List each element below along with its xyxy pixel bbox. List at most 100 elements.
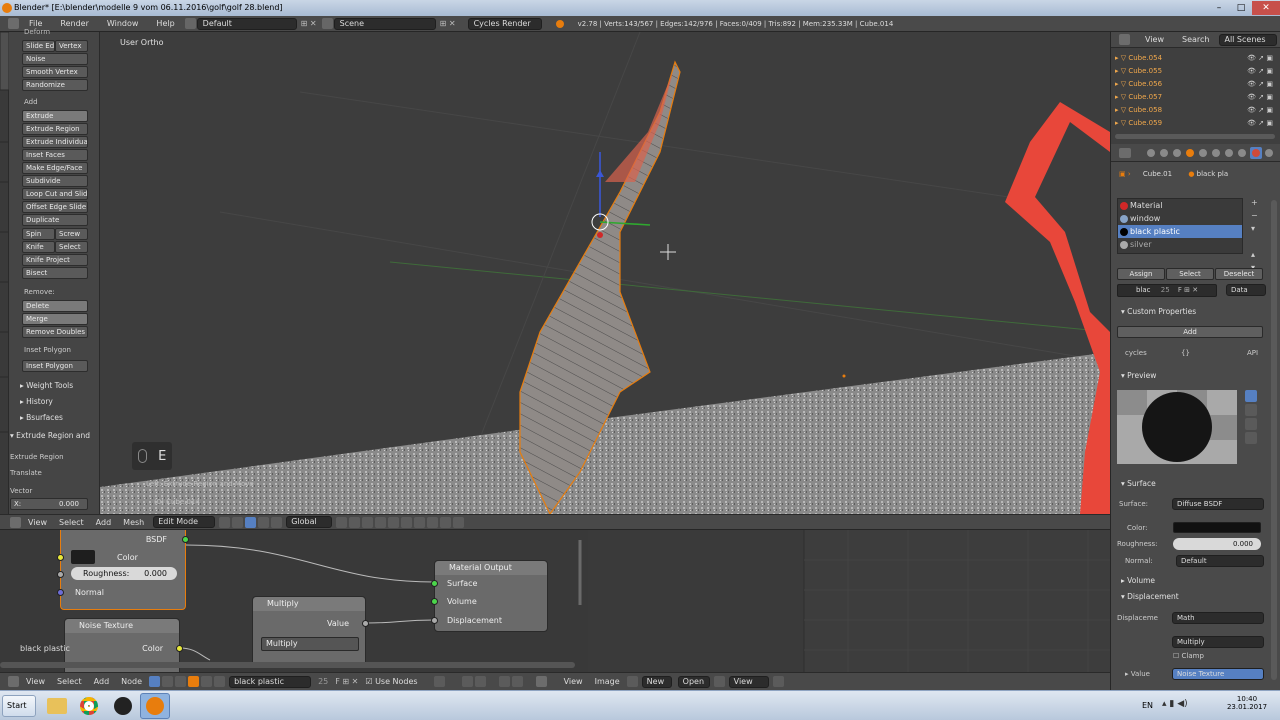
history-panel[interactable]: ▸ History — [10, 396, 98, 408]
extrude-individual-button[interactable]: Extrude Individual — [22, 136, 88, 148]
bsdf-node[interactable]: BSDF Color Roughness: 0.000 Normal — [57, 530, 189, 610]
select-button[interactable]: Select — [1166, 268, 1214, 280]
material-slot-selected[interactable]: black plastic — [1118, 225, 1242, 238]
data-link-selector[interactable]: Data — [1226, 284, 1266, 296]
scene-selector[interactable]: Scene — [333, 17, 436, 30]
material-output-node[interactable]: Material Output Surface Volume Displacem… — [431, 560, 548, 632]
roughness-socket[interactable] — [57, 571, 64, 578]
add-property-button[interactable]: Add — [1117, 326, 1263, 338]
noise-button[interactable]: Noise — [22, 53, 88, 65]
fake-user-button[interactable]: F ⊞ ✕ — [335, 677, 358, 686]
inset-faces-button[interactable]: Inset Faces — [22, 149, 88, 161]
normal-prop-selector[interactable]: Default — [1176, 555, 1264, 567]
node-material-field[interactable]: black plastic — [229, 675, 312, 688]
opengl-render-icon[interactable] — [440, 516, 452, 528]
close-button[interactable]: ✕ — [1252, 1, 1280, 15]
slide-edge-button[interactable]: Slide Ed — [22, 40, 55, 52]
color-input-socket[interactable] — [57, 554, 64, 561]
outliner-visibility-icons[interactable]: 👁 ➚ ▣ — [1247, 78, 1273, 91]
subdivide-button[interactable]: Subdivide — [22, 175, 88, 187]
3d-viewport[interactable]: User Ortho E Left: Extrude Region and Mo… — [100, 32, 1110, 514]
outliner-menu-view[interactable]: View — [1145, 35, 1164, 44]
clamp-checkbox[interactable]: ☐ Clamp — [1173, 652, 1204, 660]
outliner-scrollbar[interactable] — [1115, 134, 1275, 139]
multiply-output-socket[interactable] — [362, 620, 369, 627]
image-editor-type-icon[interactable] — [535, 676, 547, 687]
math-operation-selector[interactable]: Multiply — [1172, 636, 1264, 648]
color-swatch[interactable] — [71, 550, 95, 564]
volume-panel[interactable]: ▸ Volume — [1121, 576, 1155, 585]
value-input-link[interactable]: Noise Texture — [1172, 668, 1264, 680]
outliner-item[interactable]: ▸ ▽ Cube.054 👁 ➚ ▣ — [1115, 52, 1275, 65]
node-menu-select[interactable]: Select — [51, 677, 88, 686]
opengl-anim-icon[interactable] — [453, 516, 465, 528]
add-scene-icon[interactable]: ⊞ ✕ — [440, 19, 456, 28]
vertex-select-icon[interactable] — [349, 516, 361, 528]
outliner-visibility-icons[interactable]: 👁 ➚ ▣ — [1247, 91, 1273, 104]
material-slot[interactable]: window — [1118, 212, 1242, 225]
pin-icon[interactable]: ▣ › — [1119, 170, 1131, 178]
remove-doubles-button[interactable]: Remove Doubles — [22, 326, 88, 338]
bisect-button[interactable]: Bisect — [22, 267, 88, 279]
multiply-operation-dropdown[interactable]: Multiply — [261, 637, 359, 651]
texture-nodes-icon[interactable] — [162, 676, 174, 687]
screw-button[interactable]: Screw — [55, 228, 88, 240]
copy-icon[interactable] — [498, 676, 510, 687]
menu-window[interactable]: Window — [98, 19, 148, 28]
outliner-visibility-icons[interactable]: 👁 ➚ ▣ — [1247, 65, 1273, 78]
displacement-panel[interactable]: ▾ Displacement — [1121, 592, 1179, 601]
surface-panel[interactable]: ▾ Surface — [1121, 479, 1156, 488]
knife-select-button[interactable]: Select — [55, 241, 88, 253]
orientation-selector[interactable]: Global — [286, 516, 333, 528]
preview-type-buttons[interactable] — [1245, 390, 1259, 466]
render-engine-selector[interactable]: Cycles Render — [467, 17, 542, 30]
maximize-button[interactable]: □ — [1230, 1, 1252, 15]
outliner-menu-search[interactable]: Search — [1182, 35, 1209, 44]
node-editor-type-icon[interactable] — [8, 676, 19, 687]
preview-panel[interactable]: ▾ Preview — [1121, 371, 1156, 380]
outliner[interactable]: View Search All Scenes ▸ ▽ Cube.054 👁 ➚ ▣… — [1110, 32, 1280, 144]
snap-target-icon[interactable] — [427, 516, 439, 528]
deselect-button[interactable]: Deselect — [1215, 268, 1263, 280]
use-nodes-checkbox[interactable]: ☑ Use Nodes — [365, 677, 417, 686]
tool-tabs-graphic[interactable] — [0, 31, 10, 514]
add-layout-icon[interactable]: ⊞ ✕ — [301, 19, 317, 28]
explorer-taskbar-icon[interactable] — [42, 693, 72, 719]
vp-menu-view[interactable]: View — [22, 518, 53, 527]
preview-cube-button[interactable] — [1245, 404, 1257, 416]
blender-taskbar-icon[interactable] — [140, 693, 170, 719]
spin-button[interactable]: Spin — [22, 228, 55, 240]
image-menu-view[interactable]: View — [558, 677, 589, 686]
weight-tools-panel[interactable]: ▸ Weight Tools — [10, 380, 98, 392]
smooth-vertex-button[interactable]: Smooth Vertex — [22, 66, 88, 78]
node-pin-icon[interactable] — [433, 676, 445, 687]
displacement-socket[interactable] — [431, 617, 438, 624]
material-slot[interactable]: silver — [1118, 238, 1242, 251]
material-sphere-icon[interactable] — [188, 676, 200, 687]
surface-shader-selector[interactable]: Diffuse BSDF — [1172, 498, 1264, 510]
object-shader-icon[interactable] — [201, 676, 213, 687]
viewport-scene[interactable] — [100, 32, 1110, 514]
clock[interactable]: 10:40 23.01.2017 — [1222, 695, 1272, 711]
outliner-item[interactable]: ▸ ▽ Cube.056 👁 ➚ ▣ — [1115, 78, 1275, 91]
bsurfaces-panel[interactable]: ▸ Bsurfaces — [10, 412, 98, 424]
image-display-icon[interactable] — [772, 676, 784, 687]
make-edge-face-button[interactable]: Make Edge/Face — [22, 162, 88, 174]
rotate-icon[interactable] — [271, 516, 283, 528]
roughness-prop-field[interactable]: 0.000 — [1173, 538, 1261, 550]
material-slot[interactable]: Material — [1118, 199, 1242, 212]
offset-edge-slide-button[interactable]: Offset Edge Slide — [22, 201, 88, 213]
extrude-region-button[interactable]: Extrude Region — [22, 123, 88, 135]
pivot-icon[interactable] — [232, 516, 244, 528]
properties-scrollbar[interactable] — [1271, 200, 1277, 680]
assign-button[interactable]: Assign — [1117, 268, 1165, 280]
language-indicator[interactable]: EN — [1142, 701, 1153, 710]
loop-cut-button[interactable]: Loop Cut and Slide — [22, 188, 88, 200]
outliner-item[interactable]: ▸ ▽ Cube.057 👁 ➚ ▣ — [1115, 91, 1275, 104]
menu-render[interactable]: Render — [51, 19, 97, 28]
snap-node-icon[interactable] — [461, 676, 473, 687]
scene-icon[interactable] — [321, 18, 333, 29]
start-button[interactable]: Start — [2, 695, 36, 717]
knife-project-button[interactable]: Knife Project — [22, 254, 88, 266]
outliner-item[interactable]: ▸ ▽ Cube.055 👁 ➚ ▣ — [1115, 65, 1275, 78]
